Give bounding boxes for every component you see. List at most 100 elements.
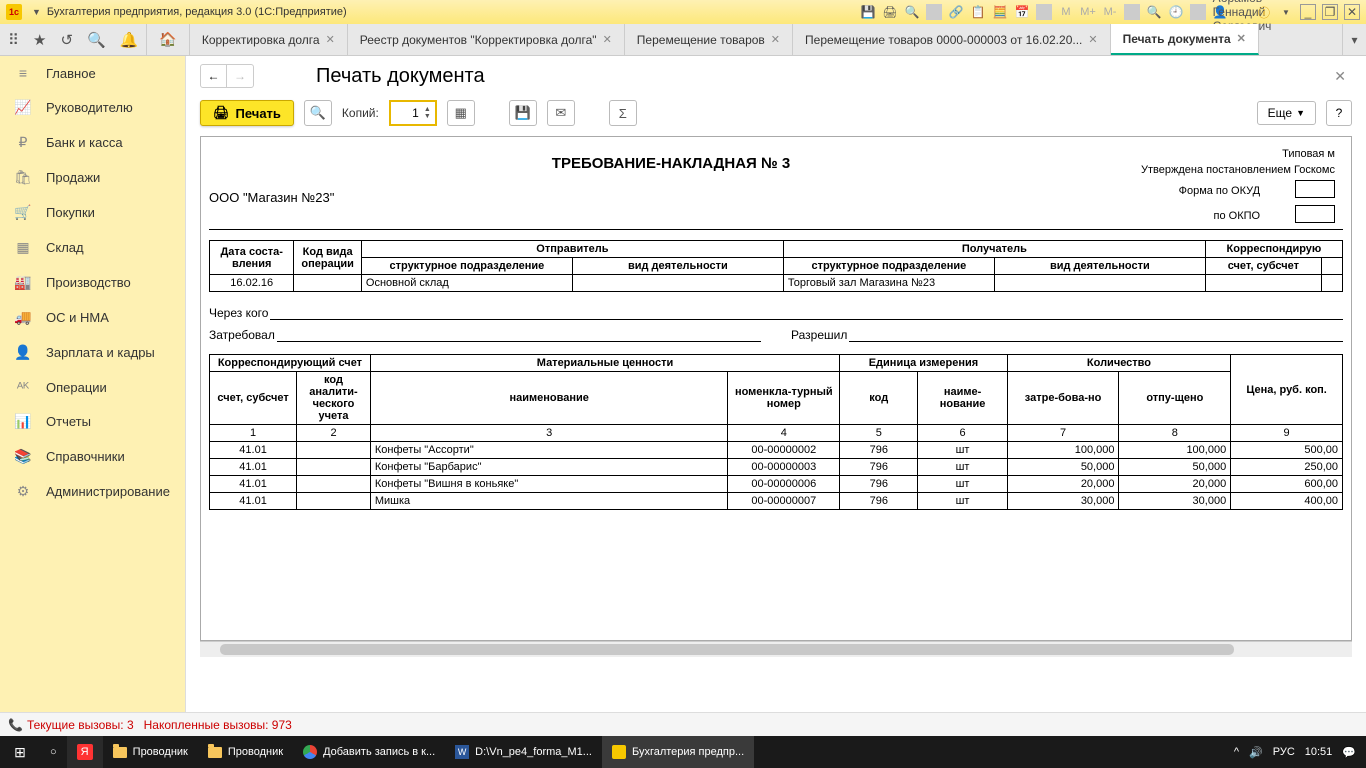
app-menu-dropdown-icon[interactable]: ▼: [32, 7, 41, 17]
clock[interactable]: 10:51: [1305, 746, 1333, 758]
close-page-button[interactable]: ✕: [1334, 68, 1352, 85]
calc-icon[interactable]: 🧮: [992, 4, 1008, 20]
apps-icon[interactable]: ⠿: [8, 31, 19, 49]
header-table: Дата соста-вления Код вида операции Отпр…: [209, 240, 1343, 292]
notifications-icon[interactable]: 🔔: [120, 31, 139, 49]
taskbar-item[interactable]: Проводник: [103, 736, 198, 768]
sidebar-item-salary[interactable]: 👤Зарплата и кадры: [0, 335, 185, 370]
th: наиме-нование: [918, 372, 1007, 425]
sum-button[interactable]: Σ: [609, 100, 637, 126]
sidebar-item-sales[interactable]: 🛍Продажи: [0, 160, 185, 195]
template-button[interactable]: ▦: [447, 100, 475, 126]
tab-item[interactable]: Корректировка долга✕: [190, 24, 348, 55]
tabbar-left-icons: ⠿ ★ ↺ 🔍 🔔: [0, 24, 146, 55]
app-logo-icon: 1c: [6, 4, 22, 20]
zoom-icon[interactable]: 🔍: [1146, 4, 1162, 20]
close-icon[interactable]: ✕: [1237, 32, 1246, 45]
close-icon[interactable]: ✕: [1088, 33, 1097, 46]
print-button[interactable]: 🖨 Печать: [200, 100, 294, 126]
nav-buttons: ← →: [200, 64, 254, 88]
user-name[interactable]: Абрамов Геннадий Сергеевич: [1234, 4, 1250, 20]
link-icon[interactable]: 🔗: [948, 4, 964, 20]
document-scroll[interactable]: Типовая м Утверждена постановлением Госк…: [200, 136, 1352, 641]
cell: 2: [297, 425, 371, 442]
lang-indicator[interactable]: РУС: [1273, 746, 1295, 758]
sidebar-item-bank[interactable]: ₽Банк и касса: [0, 125, 185, 160]
sidebar-item-main[interactable]: ≡Главное: [0, 56, 185, 90]
tab-item[interactable]: Перемещение товаров 0000-000003 от 16.02…: [793, 24, 1111, 55]
home-button[interactable]: 🏠: [146, 24, 189, 55]
sidebar-item-label: Покупки: [46, 205, 95, 220]
help-button[interactable]: ?: [1326, 100, 1352, 126]
tab-item[interactable]: Перемещение товаров✕: [625, 24, 793, 55]
email-button[interactable]: ✉: [547, 100, 575, 126]
minimize-button[interactable]: _: [1300, 4, 1316, 20]
sidebar-item-warehouse[interactable]: ▦Склад: [0, 230, 185, 265]
sidebar-item-manager[interactable]: 📈Руководителю: [0, 90, 185, 125]
spin-up-icon[interactable]: ▲: [424, 106, 431, 113]
copy-icon[interactable]: 📋: [970, 4, 986, 20]
maximize-button[interactable]: ❐: [1322, 4, 1338, 20]
preview-button[interactable]: 🔍: [304, 100, 332, 126]
tab-item[interactable]: Реестр документов "Корректировка долга"✕: [348, 24, 625, 55]
sidebar-item-purchases[interactable]: 🛒Покупки: [0, 195, 185, 230]
th: Материальные ценности: [370, 355, 839, 372]
cell-receiver-act: [994, 275, 1205, 292]
sidebar-item-label: Склад: [46, 240, 84, 255]
favorite-icon[interactable]: ★: [33, 31, 46, 49]
search-icon[interactable]: 🔍: [87, 31, 106, 49]
close-button[interactable]: ✕: [1344, 4, 1360, 20]
info-dropdown-icon[interactable]: ▼: [1278, 4, 1294, 20]
tabs-dropdown-icon[interactable]: ▾: [1342, 24, 1366, 55]
close-icon[interactable]: ✕: [603, 33, 612, 46]
horizontal-scrollbar[interactable]: [200, 641, 1352, 657]
m-plus-icon[interactable]: M+: [1080, 4, 1096, 20]
scrollbar-thumb[interactable]: [220, 644, 1234, 655]
separator: [1190, 4, 1206, 20]
spin-down-icon[interactable]: ▼: [424, 113, 431, 120]
taskbar-item[interactable]: Добавить запись в к...: [293, 736, 445, 768]
print-icon[interactable]: 🖨: [882, 4, 898, 20]
notifications-tray-icon[interactable]: 💬: [1342, 746, 1356, 759]
th: код аналити-ческого учета: [297, 372, 371, 425]
back-icon[interactable]: 🕘: [1168, 4, 1184, 20]
copies-label: Копий:: [342, 106, 379, 120]
tray-up-icon[interactable]: ^: [1234, 746, 1239, 758]
taskbar-item[interactable]: WD:\Vn_pe4_forma_M1...: [445, 736, 602, 768]
sidebar-item-dictionaries[interactable]: 📚Справочники: [0, 439, 185, 474]
cell-sender-unit: Основной склад: [361, 275, 572, 292]
th-receiver: Получатель: [783, 241, 1205, 258]
tab-item-active[interactable]: Печать документа✕: [1111, 24, 1259, 55]
sidebar-item-operations[interactable]: ᴬᴷОперации: [0, 370, 185, 404]
volume-icon[interactable]: 🔊: [1249, 746, 1263, 759]
start-button[interactable]: ⊞: [0, 744, 40, 761]
table-row: 41.01Конфеты "Барбарис"00-00000003796шт5…: [210, 459, 1343, 476]
info-icon[interactable]: ⓘ: [1256, 4, 1272, 20]
sidebar-item-assets[interactable]: 🚚ОС и НМА: [0, 300, 185, 335]
tabbar: ⠿ ★ ↺ 🔍 🔔 🏠 Корректировка долга✕ Реестр …: [0, 24, 1366, 56]
sidebar-item-label: Администрирование: [46, 484, 170, 499]
sidebar-item-production[interactable]: 🏭Производство: [0, 265, 185, 300]
close-icon[interactable]: ✕: [326, 33, 335, 46]
save-button[interactable]: 💾: [509, 100, 537, 126]
close-icon[interactable]: ✕: [771, 33, 780, 46]
calendar-icon[interactable]: 📅: [1014, 4, 1030, 20]
sidebar-item-admin[interactable]: ⚙Администрирование: [0, 474, 185, 509]
copies-input[interactable]: ▲▼: [389, 100, 437, 126]
forward-button[interactable]: →: [227, 65, 253, 87]
m-minus-icon[interactable]: M-: [1102, 4, 1118, 20]
taskbar-item-active[interactable]: Бухгалтерия предпр...: [602, 736, 754, 768]
sidebar-item-reports[interactable]: 📊Отчеты: [0, 404, 185, 439]
more-button[interactable]: Еще▼: [1257, 101, 1316, 125]
m-icon[interactable]: M: [1058, 4, 1074, 20]
accum-calls: Накопленные вызовы: 973: [144, 718, 292, 732]
cortana-button[interactable]: ○: [40, 736, 67, 768]
save-icon[interactable]: 💾: [860, 4, 876, 20]
underline: [277, 328, 761, 342]
taskbar-item[interactable]: Проводник: [198, 736, 293, 768]
history-icon[interactable]: ↺: [60, 31, 73, 49]
preview-icon[interactable]: 🔍: [904, 4, 920, 20]
back-button[interactable]: ←: [201, 65, 227, 87]
copies-field[interactable]: [395, 106, 419, 120]
yandex-button[interactable]: Я: [67, 736, 103, 768]
